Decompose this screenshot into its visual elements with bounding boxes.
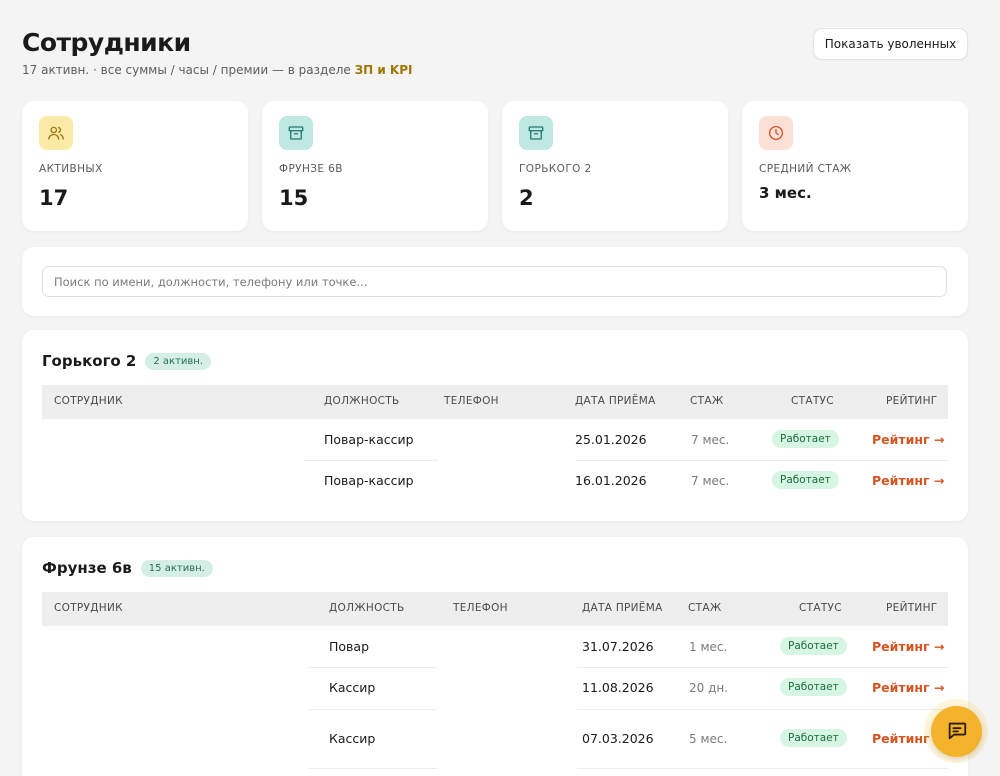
- col-rating: РЕЙТИНГ: [886, 602, 938, 614]
- stat-card-gorkogo: ГОРЬКОГО 2 2: [502, 101, 728, 231]
- col-position: ДОЛЖНОСТЬ: [324, 395, 400, 407]
- page-subtitle: 17 активн. · все суммы / часы / премии —…: [22, 63, 412, 77]
- col-status: СТАТУС: [791, 395, 834, 407]
- cell-hire-date: 07.03.2026: [582, 731, 654, 746]
- search-card: [22, 247, 968, 316]
- active-count-badge: 15 активн.: [140, 559, 213, 577]
- table-row: Кассир 11.08.2026 20 дн. Работает Рейтин…: [42, 678, 948, 698]
- stat-label: АКТИВНЫХ: [39, 163, 103, 175]
- stat-label: СРЕДНИЙ СТАЖ: [759, 163, 852, 175]
- subtitle-text: 17 активн. · все суммы / часы / премии —…: [22, 63, 355, 77]
- rating-link[interactable]: Рейтинг →: [872, 473, 944, 488]
- cell-hire-date: 11.08.2026: [582, 680, 654, 695]
- rating-link[interactable]: Рейтинг →: [872, 680, 944, 695]
- cell-position: Кассир: [329, 731, 376, 746]
- col-rating: РЕЙТИНГ: [886, 395, 938, 407]
- search-input[interactable]: [42, 266, 947, 297]
- row-divider: [309, 667, 437, 668]
- rating-link[interactable]: Рейтинг →: [872, 432, 944, 447]
- row-divider: [575, 460, 948, 461]
- cell-tenure: 7 мес.: [691, 433, 730, 447]
- col-status: СТАТУС: [799, 602, 842, 614]
- cell-tenure: 5 мес.: [689, 732, 728, 746]
- cell-hire-date: 16.01.2026: [575, 473, 647, 488]
- row-divider: [304, 460, 438, 461]
- group-card-frunze: Фрунзе 6в 15 активн. СОТРУДНИК ДОЛЖНОСТЬ…: [22, 537, 968, 776]
- cell-tenure: 7 мес.: [691, 474, 730, 488]
- store-icon: [519, 116, 553, 150]
- stat-card-avg-tenure: СРЕДНИЙ СТАЖ 3 мес.: [742, 101, 968, 231]
- status-badge: Работает: [780, 729, 847, 747]
- stat-card-active: АКТИВНЫХ 17: [22, 101, 248, 231]
- cell-tenure: 1 мес.: [689, 640, 728, 654]
- cell-hire-date: 25.01.2026: [575, 432, 647, 447]
- row-divider: [309, 709, 437, 710]
- stat-card-frunze: ФРУНЗЕ 6В 15: [262, 101, 488, 231]
- users-icon: [39, 116, 73, 150]
- col-employee: СОТРУДНИК: [54, 602, 123, 614]
- show-fired-button[interactable]: Показать уволенных: [813, 28, 968, 60]
- cell-position: Кассир: [329, 680, 376, 695]
- group-card-gorkogo: Горького 2 2 активн. СОТРУДНИК ДОЛЖНОСТЬ…: [22, 330, 968, 521]
- table-header: СОТРУДНИК ДОЛЖНОСТЬ ТЕЛЕФОН ДАТА ПРИЁМА …: [42, 385, 948, 419]
- cell-position: Повар: [329, 639, 370, 654]
- col-phone: ТЕЛЕФОН: [453, 602, 508, 614]
- active-count-badge: 2 активн.: [145, 352, 212, 370]
- cell-position: Повар-кассир: [324, 473, 414, 488]
- cell-tenure: 20 дн.: [689, 681, 729, 695]
- store-icon: [279, 116, 313, 150]
- col-phone: ТЕЛЕФОН: [444, 395, 499, 407]
- row-divider: [577, 768, 948, 769]
- group-name: Фрунзе 6в: [42, 559, 132, 577]
- col-position: ДОЛЖНОСТЬ: [329, 602, 405, 614]
- stat-value: 2: [519, 186, 534, 210]
- col-tenure: СТАЖ: [688, 602, 722, 614]
- cell-hire-date: 31.07.2026: [582, 639, 654, 654]
- col-hire-date: ДАТА ПРИЁМА: [575, 395, 656, 407]
- cell-position: Повар-кассир: [324, 432, 414, 447]
- table-row: Повар-кассир 16.01.2026 7 мес. Работает …: [42, 471, 948, 491]
- stat-label: ГОРЬКОГО 2: [519, 163, 592, 175]
- table-row: Повар 31.07.2026 1 мес. Работает Рейтинг…: [42, 637, 948, 657]
- rating-link[interactable]: Рейтинг →: [872, 639, 944, 654]
- row-divider: [577, 709, 948, 710]
- row-divider: [309, 768, 437, 769]
- stat-value: 15: [279, 186, 309, 210]
- page-title: Сотрудники: [22, 28, 191, 57]
- payroll-kpi-link[interactable]: ЗП и KPI: [355, 63, 413, 77]
- clock-icon: [759, 116, 793, 150]
- table-row: Кассир 07.03.2026 5 мес. Работает Рейтин…: [42, 729, 948, 749]
- chat-icon: [946, 719, 968, 745]
- stats-row: АКТИВНЫХ 17 ФРУНЗЕ 6В 15 ГОРЬКОГО 2 2 СР…: [22, 101, 968, 231]
- stat-value: 3 мес.: [759, 184, 812, 202]
- col-tenure: СТАЖ: [690, 395, 724, 407]
- group-name: Горького 2: [42, 352, 137, 370]
- status-badge: Работает: [772, 471, 839, 489]
- chat-button[interactable]: [931, 706, 982, 757]
- stat-label: ФРУНЗЕ 6В: [279, 163, 343, 175]
- group-header: Горького 2 2 активн.: [42, 352, 212, 370]
- group-header: Фрунзе 6в 15 активн.: [42, 559, 213, 577]
- status-badge: Работает: [772, 430, 839, 448]
- table-row: Повар-кассир 25.01.2026 7 мес. Работает …: [42, 430, 948, 450]
- row-divider: [577, 667, 948, 668]
- status-badge: Работает: [780, 678, 847, 696]
- stat-value: 17: [39, 186, 69, 210]
- table-header: СОТРУДНИК ДОЛЖНОСТЬ ТЕЛЕФОН ДАТА ПРИЁМА …: [42, 592, 948, 626]
- col-hire-date: ДАТА ПРИЁМА: [582, 602, 663, 614]
- status-badge: Работает: [780, 637, 847, 655]
- col-employee: СОТРУДНИК: [54, 395, 123, 407]
